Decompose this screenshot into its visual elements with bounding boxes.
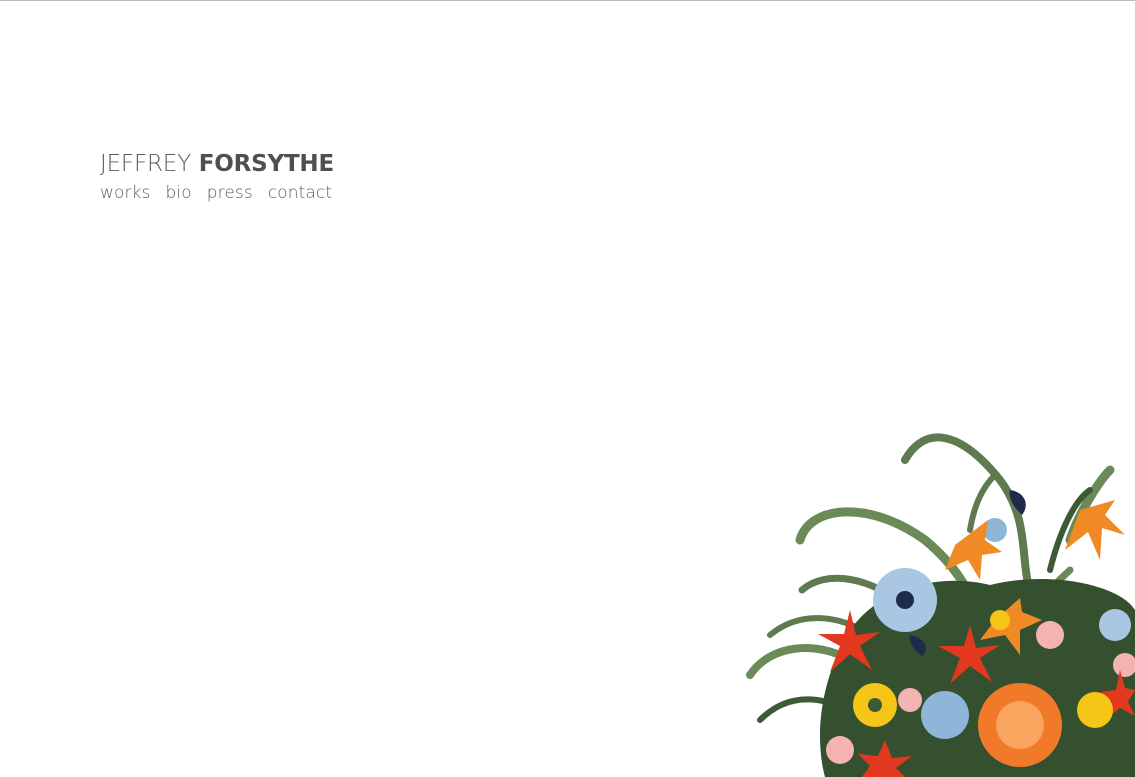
main-nav: works bio press contact <box>100 182 334 204</box>
site-header: JEFFREY FORSYTHE works bio press contact <box>100 150 334 204</box>
orange-chrysanthemum-inner <box>996 701 1044 749</box>
floral-bouquet-illustration <box>746 433 1135 777</box>
pink-cluster <box>898 688 922 712</box>
site-title-last-name: FORSYTHE <box>198 151 334 177</box>
site-title-first-name: JEFFREY <box>100 151 191 177</box>
blue-flower <box>1099 609 1131 641</box>
nav-link-press[interactable]: press <box>207 182 253 204</box>
nav-link-contact[interactable]: contact <box>268 182 332 204</box>
page: JEFFREY FORSYTHE works bio press contact <box>0 0 1135 777</box>
foliage-mass <box>820 579 1135 777</box>
site-title[interactable]: JEFFREY FORSYTHE <box>100 150 334 178</box>
nav-link-works[interactable]: works <box>100 182 151 204</box>
pink-cluster <box>1036 621 1064 649</box>
yellow-flower <box>990 610 1010 630</box>
nav-link-bio[interactable]: bio <box>166 182 192 204</box>
top-divider <box>0 0 1135 1</box>
blue-flower <box>921 691 969 739</box>
leaf <box>901 433 1034 594</box>
yellow-flower-center <box>868 698 882 712</box>
yellow-flower <box>1077 692 1113 728</box>
pink-cluster <box>826 736 854 764</box>
blue-flower-center <box>896 591 914 609</box>
